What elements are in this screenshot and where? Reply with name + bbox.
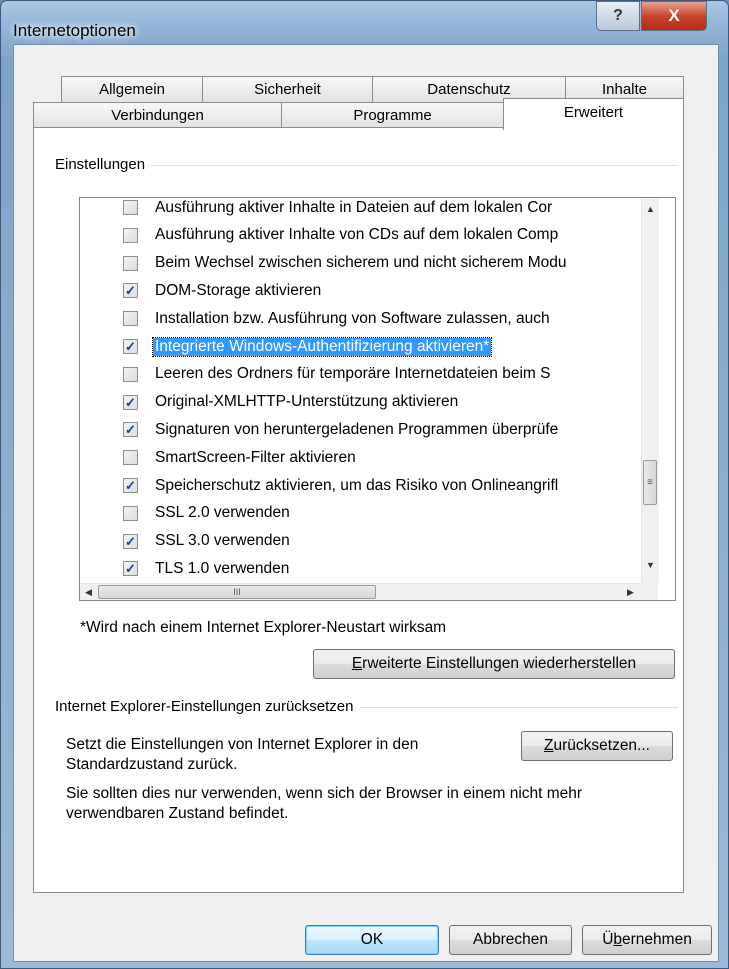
tab-allgemein[interactable]: Allgemein <box>61 76 203 102</box>
checkbox-unchecked[interactable] <box>123 366 138 382</box>
tab-label: Allgemein <box>99 81 165 98</box>
close-icon: X <box>668 6 680 25</box>
window-title: Internetoptionen <box>13 21 136 40</box>
checkbox-unchecked[interactable] <box>123 450 138 466</box>
button-label-rest: rweiterte Einstellungen wiederherstellen <box>362 655 637 672</box>
checkmark-icon: ✓ <box>125 422 136 438</box>
scroll-up-icon[interactable]: ▲ <box>642 200 659 217</box>
reset-button[interactable]: Zurücksetzen... <box>521 731 673 761</box>
tab-label: Inhalte <box>601 81 648 98</box>
horizontal-scroll-thumb[interactable]: III <box>98 585 376 599</box>
settings-list-item[interactable]: ✓ Signaturen von heruntergeladenen Progra… <box>80 416 640 443</box>
help-button[interactable]: ? <box>596 1 640 31</box>
settings-item-label: SmartScreen-Filter aktivieren <box>155 448 356 466</box>
settings-list-item[interactable]: Ausführung aktiver Inhalte in Dateien au… <box>80 198 640 221</box>
checkbox-checked[interactable]: ✓ <box>123 394 138 410</box>
button-label: Erweiterte Einstellungen wiederherstelle… <box>352 655 636 673</box>
checkbox-checked[interactable]: ✓ <box>123 422 138 438</box>
button-label: OK <box>360 931 384 948</box>
horizontal-scrollbar[interactable]: ◀ III ▶ <box>80 583 641 600</box>
settings-list-item[interactable]: ✓ DOM-Storage aktivieren <box>80 277 640 304</box>
scroll-down-icon[interactable]: ▼ <box>642 556 659 573</box>
settings-list-item[interactable]: SmartScreen-Filter aktivieren <box>80 444 640 471</box>
settings-item-label: Integrierte Windows-Authentifizierung ak… <box>151 336 493 357</box>
checkbox-unchecked[interactable] <box>123 200 138 215</box>
tab-erweitert[interactable]: Erweitert <box>503 98 684 130</box>
button-label: Übernehmen <box>602 931 692 949</box>
checkbox-unchecked[interactable] <box>123 227 138 243</box>
restore-advanced-settings-button[interactable]: Erweiterte Einstellungen wiederherstelle… <box>313 649 675 679</box>
settings-item-label: SSL 2.0 verwenden <box>155 504 290 522</box>
checkbox-unchecked[interactable] <box>123 255 138 271</box>
settings-list-item[interactable]: ✓ TLS 1.0 verwenden <box>80 555 640 582</box>
button-label: Abbrechen <box>473 931 548 948</box>
tab-label: Sicherheit <box>254 81 321 98</box>
tab-label: Datenschutz <box>427 81 511 98</box>
grip-icon: III <box>233 587 241 597</box>
checkbox-checked[interactable]: ✓ <box>123 339 138 354</box>
grip-icon: ≡ <box>647 477 653 488</box>
settings-item-label: Original-XMLHTTP-Unterstützung aktiviere… <box>155 393 459 411</box>
settings-item-label: Signaturen von heruntergeladenen Program… <box>155 420 559 438</box>
checkbox-unchecked[interactable] <box>123 505 138 521</box>
close-button[interactable]: X <box>641 1 707 31</box>
tab-programme[interactable]: Programme <box>281 102 504 128</box>
button-label-rest: urücksetzen... <box>553 737 650 754</box>
settings-item-label: DOM-Storage aktivieren <box>155 281 322 299</box>
scrollbar-corner <box>641 583 658 600</box>
checkmark-icon: ✓ <box>125 478 136 493</box>
settings-list-item[interactable]: Beim Wechsel zwischen sicherem und nicht… <box>80 250 640 277</box>
settings-list-item[interactable]: Ausführung aktiver Inhalte von CDs auf d… <box>80 222 640 249</box>
checkbox-unchecked[interactable] <box>123 311 138 327</box>
checkmark-icon: ✓ <box>125 533 136 549</box>
checkmark-icon: ✓ <box>125 339 136 354</box>
checkmark-icon: ✓ <box>125 283 136 299</box>
checkmark-icon: ✓ <box>125 561 136 577</box>
apply-button[interactable]: Übernehmen <box>582 925 712 955</box>
tab-sicherheit[interactable]: Sicherheit <box>202 76 373 102</box>
settings-list-item[interactable]: ✓ SSL 3.0 verwenden <box>80 528 640 555</box>
checkbox-checked[interactable]: ✓ <box>123 561 138 577</box>
cancel-button[interactable]: Abbrechen <box>449 925 572 955</box>
checkbox-checked[interactable]: ✓ <box>123 533 138 549</box>
vertical-scroll-thumb[interactable]: ≡ <box>643 460 657 505</box>
settings-item-label: Beim Wechsel zwischen sicherem und nicht… <box>155 254 567 272</box>
settings-list-item[interactable]: SSL 2.0 verwenden <box>80 500 640 527</box>
vertical-scrollbar[interactable]: ▲ ≡ ▼ <box>641 198 659 583</box>
tab-label: Erweitert <box>563 104 624 121</box>
button-label-rest: ernehmen <box>622 931 692 948</box>
accelerator-key: E <box>351 655 363 672</box>
tab-label: Programme <box>353 107 432 124</box>
button-label: Zurücksetzen... <box>544 737 650 755</box>
ok-button[interactable]: OK <box>305 925 439 955</box>
settings-item-label: SSL 3.0 verwenden <box>155 532 290 550</box>
title-bar[interactable]: Internetoptionen ? X <box>1 1 728 45</box>
button-label-pre: Ü <box>602 931 614 948</box>
checkbox-checked[interactable]: ✓ <box>123 478 138 493</box>
tab-label: Verbindungen <box>111 107 204 124</box>
settings-list-item[interactable]: Leeren des Ordners für temporäre Interne… <box>80 361 640 388</box>
settings-item-label: Leeren des Ordners für temporäre Interne… <box>155 365 551 383</box>
settings-list-item[interactable]: Installation bzw. Ausführung von Softwar… <box>80 305 640 332</box>
settings-item-label: Ausführung aktiver Inhalte von CDs auf d… <box>155 226 559 244</box>
settings-list-item[interactable]: ✓ Original-XMLHTTP-Unterstützung aktivier… <box>80 389 640 416</box>
settings-item-label: Speicherschutz aktivieren, um das Risiko… <box>155 476 559 494</box>
settings-listbox[interactable]: Ausführung aktiver Inhalte in Dateien au… <box>79 197 676 601</box>
settings-list-item[interactable]: ✓ Integrierte Windows-Authentifizierung a… <box>80 333 640 360</box>
tab-verbindungen[interactable]: Verbindungen <box>33 102 282 128</box>
accelerator-key: b <box>613 931 623 948</box>
settings-item-label: Ausführung aktiver Inhalte in Dateien au… <box>155 198 553 216</box>
scroll-left-icon[interactable]: ◀ <box>80 584 97 600</box>
scroll-right-icon[interactable]: ▶ <box>622 584 639 600</box>
settings-item-label: Installation bzw. Ausführung von Softwar… <box>155 309 550 327</box>
checkmark-icon: ✓ <box>125 394 136 410</box>
checkbox-checked[interactable]: ✓ <box>123 283 138 299</box>
settings-item-label: TLS 1.0 verwenden <box>155 559 290 577</box>
help-icon: ? <box>613 7 623 24</box>
settings-list-item[interactable]: ✓ Speicherschutz aktivieren, um das Risik… <box>80 472 640 499</box>
